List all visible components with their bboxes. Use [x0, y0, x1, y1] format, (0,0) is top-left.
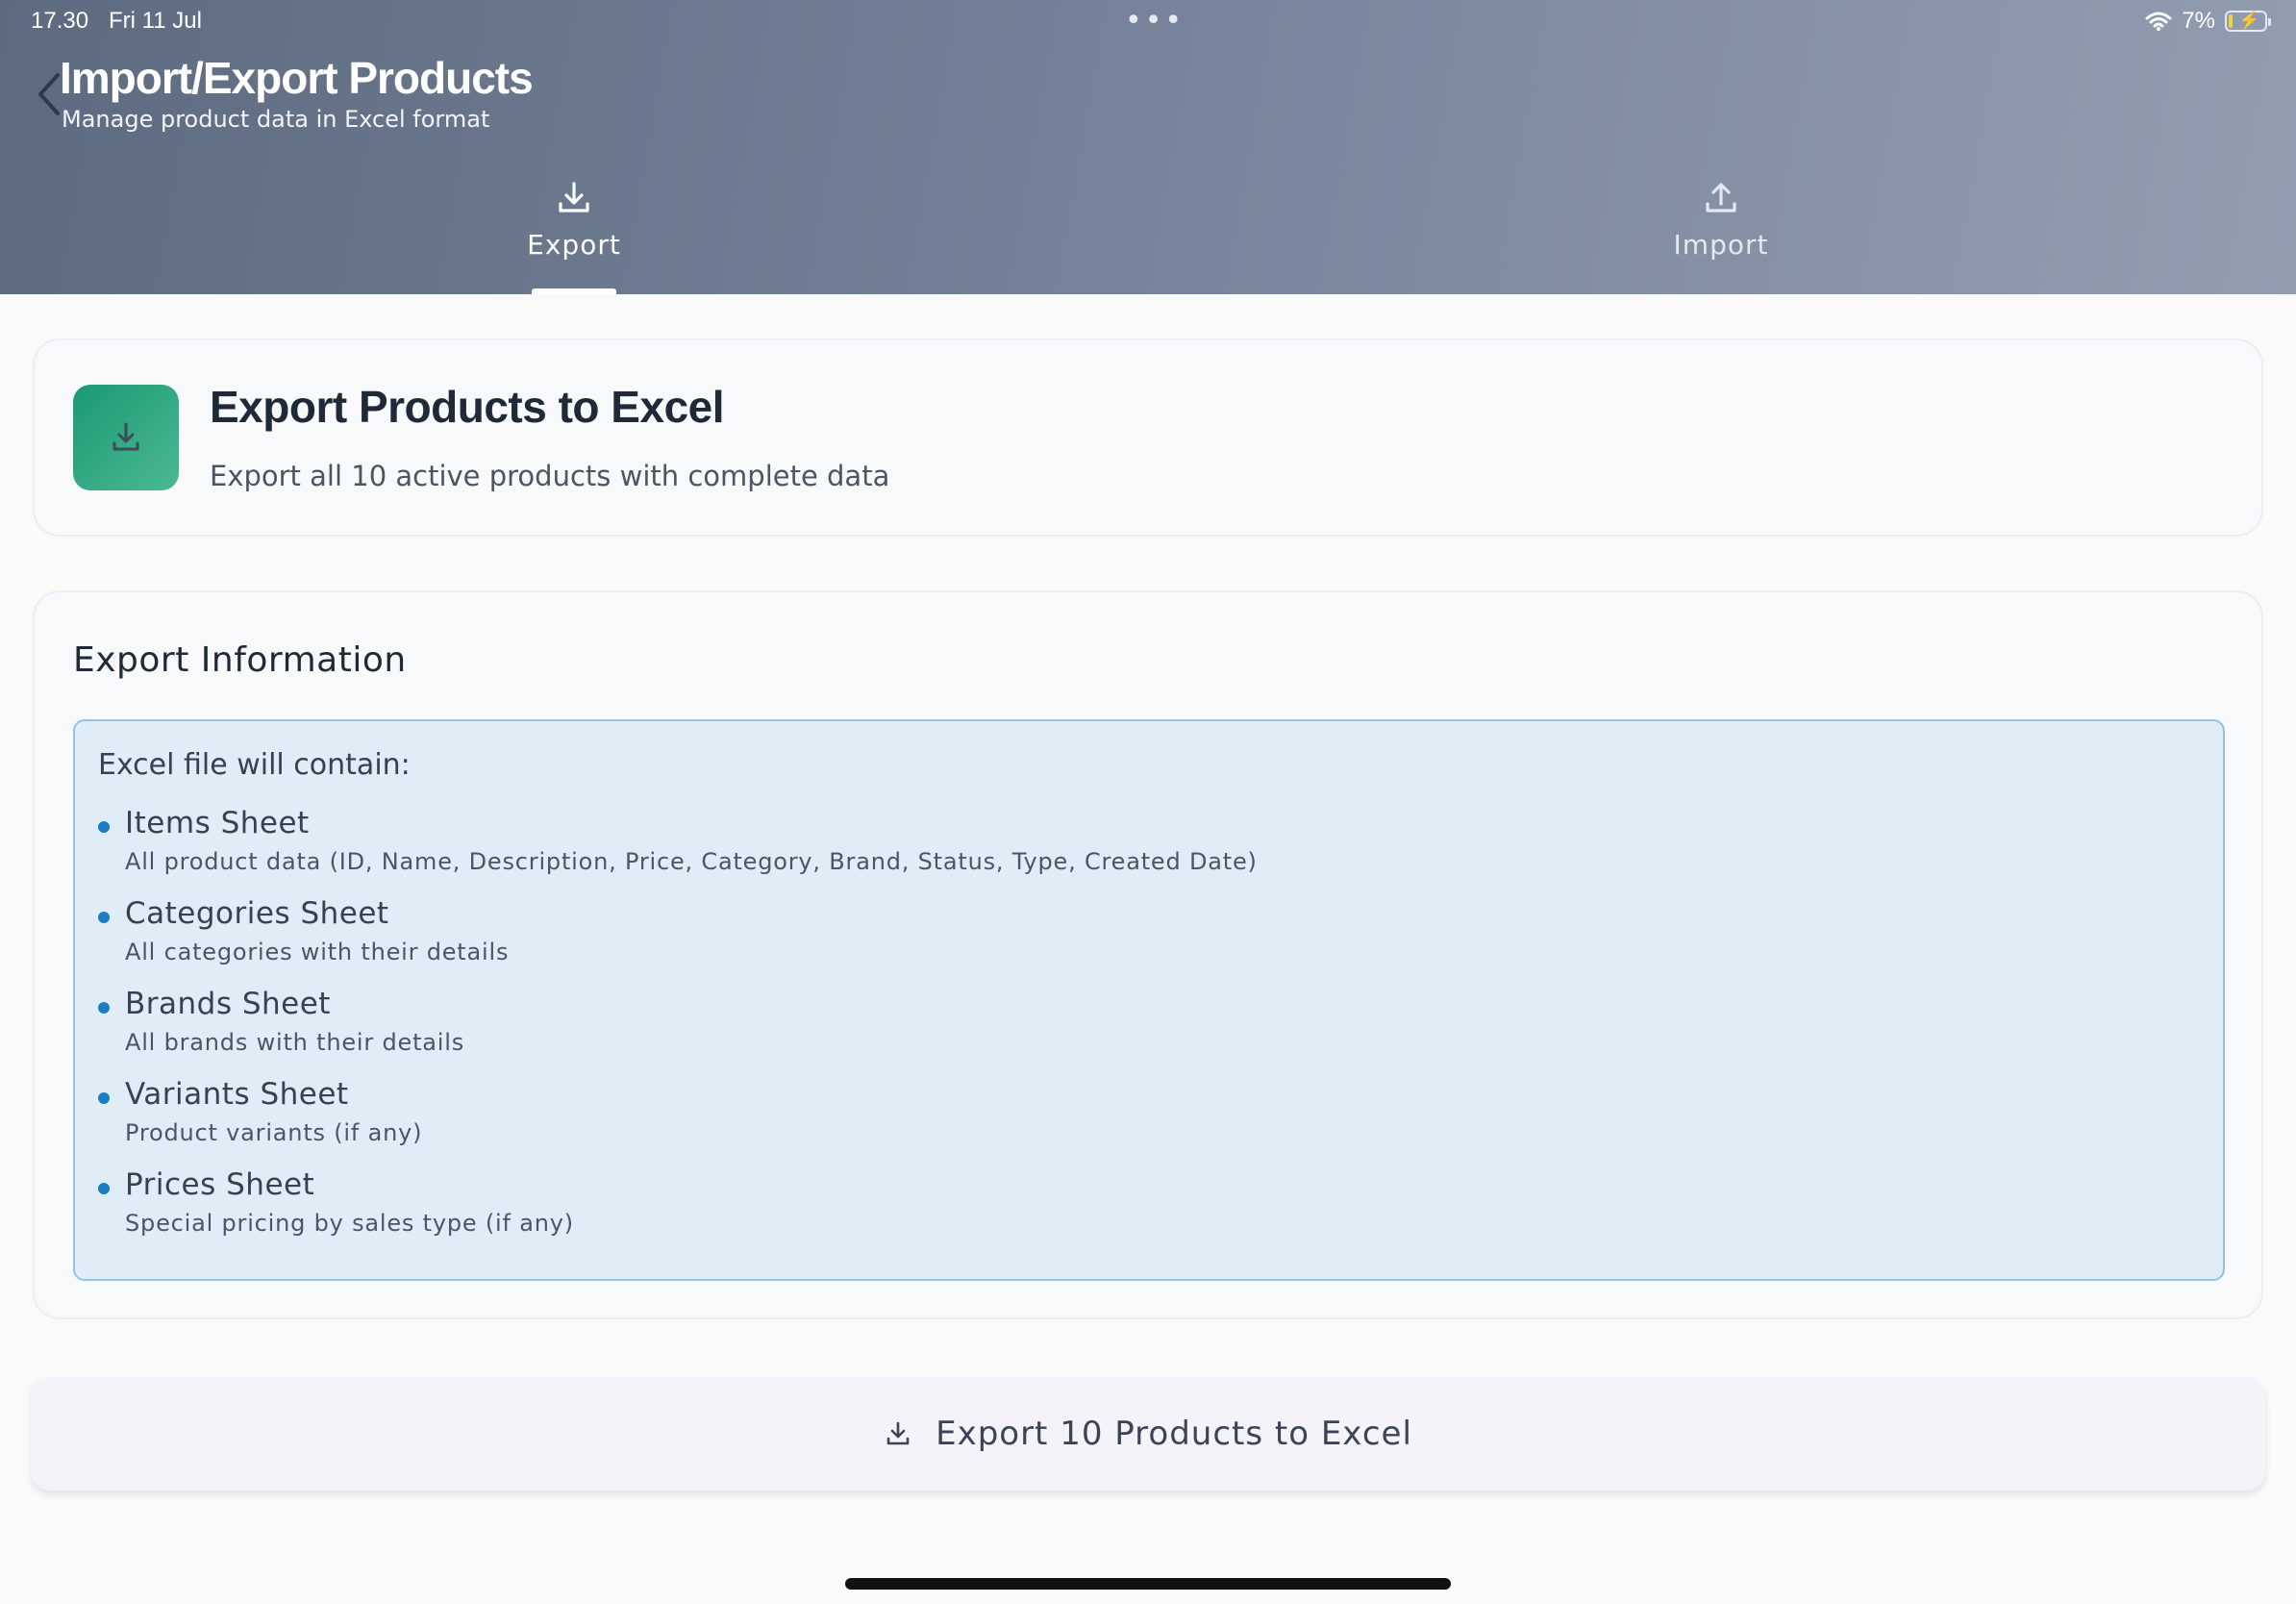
export-information-title: Export Information	[73, 640, 407, 680]
export-card-description: Export all 10 active products with compl…	[210, 460, 890, 492]
sheet-description: All brands with their details	[125, 1029, 465, 1056]
bullet-icon	[98, 1183, 110, 1194]
sheet-name: Items Sheet	[125, 806, 310, 840]
app-header: 17.30 Fri 11 Jul ••• 7% ⚡ Import/Export …	[0, 0, 2296, 294]
download-icon	[559, 182, 589, 213]
battery-percent: 7%	[2182, 8, 2215, 34]
export-summary-card: Export Products to Excel Export all 10 a…	[33, 338, 2263, 537]
export-button-label: Export 10 Products to Excel	[936, 1415, 1412, 1453]
wifi-icon	[2145, 12, 2172, 31]
export-badge	[73, 385, 179, 490]
status-right: 7% ⚡	[2145, 8, 2271, 35]
battery-icon: ⚡	[2225, 11, 2271, 32]
home-indicator[interactable]	[845, 1578, 1451, 1590]
page-title: Import/Export Products	[60, 53, 534, 103]
sheet-name: Variants Sheet	[125, 1077, 349, 1112]
sheet-description: Product variants (if any)	[125, 1119, 423, 1146]
tab-export-label: Export	[527, 229, 621, 261]
tab-export[interactable]: Export	[430, 179, 718, 294]
export-card-title: Export Products to Excel	[210, 382, 725, 432]
sheet-description: All categories with their details	[125, 939, 510, 965]
sheet-name: Brands Sheet	[125, 987, 331, 1021]
export-information-card: Export Information Excel file will conta…	[33, 590, 2263, 1319]
bullet-icon	[98, 821, 110, 833]
bullet-icon	[98, 912, 110, 923]
sheet-name: Categories Sheet	[125, 896, 389, 931]
status-date: Fri 11 Jul	[109, 8, 202, 34]
page-subtitle: Manage product data in Excel format	[62, 106, 490, 133]
upload-icon	[1706, 183, 1736, 213]
sheet-description: All product data (ID, Name, Description,…	[125, 848, 1258, 875]
export-products-button[interactable]: Export 10 Products to Excel	[31, 1377, 2265, 1491]
tab-import[interactable]: Import	[1577, 179, 1865, 294]
download-icon	[886, 1421, 910, 1445]
sheet-description: Special pricing by sales type (if any)	[125, 1210, 574, 1237]
bullet-icon	[98, 1092, 110, 1104]
sheet-name: Prices Sheet	[125, 1167, 315, 1202]
status-time: 17.30	[31, 8, 89, 34]
multitasking-dots-icon[interactable]: •••	[1125, 7, 1185, 36]
active-tab-indicator	[532, 288, 616, 294]
bullet-icon	[98, 1002, 110, 1014]
excel-contents-title: Excel file will contain:	[98, 748, 411, 782]
excel-contents-box: Excel file will contain: Items Sheet All…	[73, 719, 2225, 1281]
tab-import-label: Import	[1673, 229, 1769, 261]
download-icon	[112, 422, 139, 451]
